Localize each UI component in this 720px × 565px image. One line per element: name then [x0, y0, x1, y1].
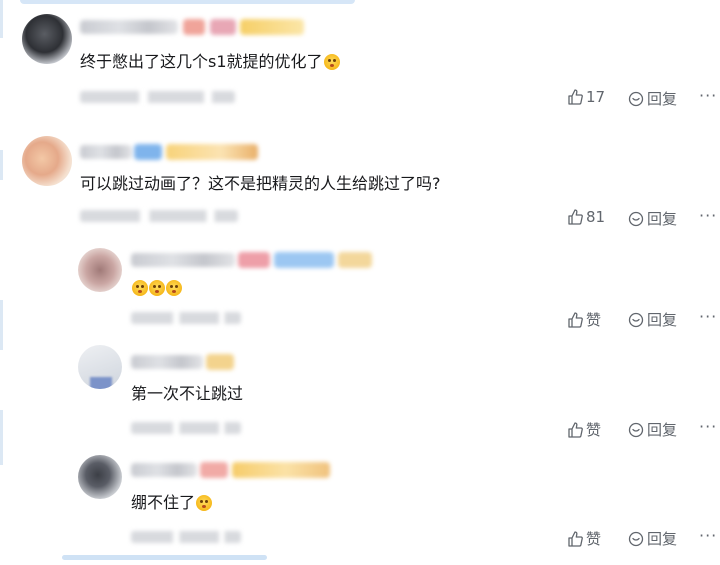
- level-badge-blurred: [134, 144, 162, 160]
- username-blurred[interactable]: [131, 463, 197, 477]
- comment-text: 终于憋出了这几个s1就提的优化了: [80, 52, 340, 72]
- reply-icon: [628, 531, 644, 546]
- reply-icon: [628, 422, 644, 437]
- avatar[interactable]: [78, 345, 122, 389]
- like-button[interactable]: 赞: [567, 309, 601, 330]
- username-blurred[interactable]: [80, 20, 178, 34]
- level-badge-blurred: [200, 462, 228, 478]
- thumbs-up-icon: [568, 209, 583, 225]
- username-blurred[interactable]: [131, 253, 235, 267]
- thumbs-up-icon: [568, 530, 583, 547]
- avatar[interactable]: [78, 248, 122, 292]
- like-label: 赞: [586, 530, 602, 548]
- timestamp-blurred: [131, 312, 241, 324]
- reply-label: 回复: [647, 421, 678, 439]
- timestamp-blurred: [80, 91, 235, 103]
- like-button[interactable]: 81: [567, 208, 605, 226]
- fan-badge-blurred: [210, 19, 236, 35]
- timestamp-blurred: [131, 531, 241, 543]
- more-options-button[interactable]: ···: [699, 307, 717, 326]
- edge-marker: [0, 410, 3, 465]
- timestamp-blurred: [80, 210, 238, 222]
- username-blurred[interactable]: [131, 355, 203, 369]
- reply-label: 回复: [647, 530, 678, 548]
- like-count: 17: [586, 88, 606, 106]
- reply-label: 回复: [647, 210, 678, 228]
- more-options-button[interactable]: ···: [699, 526, 717, 545]
- emoji-icon: [132, 280, 148, 296]
- like-button[interactable]: 赞: [567, 528, 601, 549]
- emoji-icon: [149, 280, 165, 296]
- medal-badge-blurred: [166, 144, 258, 160]
- reply-text: 绷不住了: [131, 493, 213, 513]
- like-label: 赞: [586, 311, 602, 329]
- level-badge-blurred: [238, 252, 270, 268]
- thumbs-up-icon: [568, 421, 583, 438]
- reply-button[interactable]: 回复: [628, 419, 677, 440]
- like-button[interactable]: 17: [567, 88, 605, 106]
- medal-badge-blurred: [240, 19, 304, 35]
- avatar-image-detail: [90, 377, 112, 389]
- like-count: 81: [586, 208, 606, 226]
- emoji-icon: [323, 54, 340, 70]
- reply-icon: [628, 312, 644, 327]
- reply-button[interactable]: 回复: [628, 88, 677, 109]
- fan-badge-blurred: [274, 252, 334, 268]
- timestamp-blurred: [131, 422, 241, 434]
- reply-icon: [628, 211, 644, 226]
- medal-badge-blurred: [338, 252, 372, 268]
- emoji-icon: [196, 495, 213, 511]
- username-blurred[interactable]: [80, 145, 132, 159]
- avatar[interactable]: [78, 455, 122, 499]
- medal-badge-blurred: [232, 462, 330, 478]
- top-divider: [20, 0, 355, 4]
- more-options-button[interactable]: ···: [699, 417, 717, 436]
- thumbs-up-icon: [568, 89, 583, 105]
- edge-marker: [0, 0, 3, 38]
- edge-marker: [0, 300, 3, 350]
- thumbs-up-icon: [568, 311, 583, 328]
- more-options-button[interactable]: ···: [699, 206, 717, 225]
- like-label: 赞: [586, 421, 602, 439]
- edge-marker: [0, 150, 3, 180]
- level-badge-blurred: [183, 19, 205, 35]
- bottom-divider: [62, 555, 267, 560]
- reply-label: 回复: [647, 90, 678, 108]
- reply-text: 第一次不让跳过: [131, 384, 244, 403]
- level-badge-blurred: [206, 354, 234, 370]
- reply-label: 回复: [647, 311, 678, 329]
- avatar[interactable]: [22, 136, 72, 186]
- avatar[interactable]: [22, 14, 72, 64]
- reply-button[interactable]: 回复: [628, 528, 677, 549]
- reply-button[interactable]: 回复: [628, 208, 677, 229]
- reply-icon: [628, 91, 644, 106]
- like-button[interactable]: 赞: [567, 419, 601, 440]
- comment-text: 可以跳过动画了？这不是把精灵的人生给跳过了吗?: [80, 174, 441, 193]
- emoji-icon: [166, 280, 182, 296]
- reply-button[interactable]: 回复: [628, 309, 677, 330]
- more-options-button[interactable]: ···: [699, 86, 717, 105]
- reply-text: [131, 278, 182, 298]
